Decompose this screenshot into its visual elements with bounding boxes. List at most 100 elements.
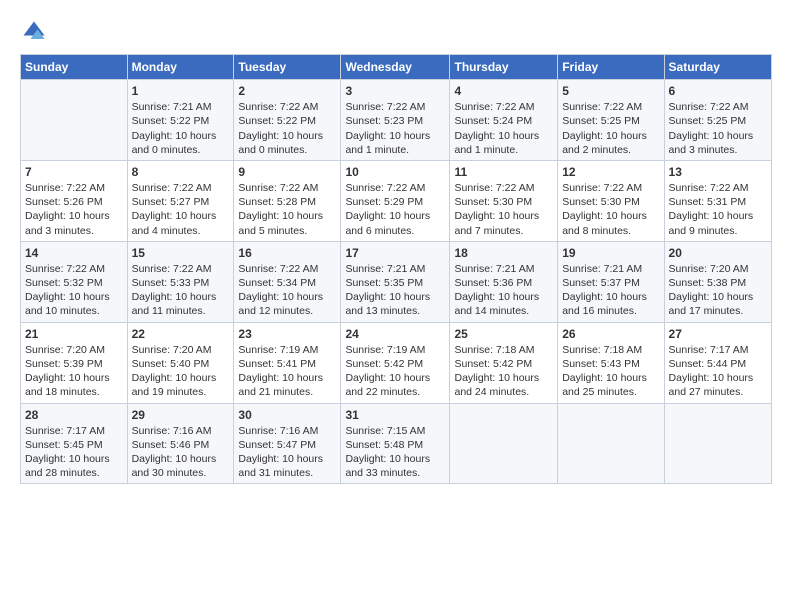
day-info: Sunrise: 7:19 AMSunset: 5:41 PMDaylight:… <box>238 343 336 400</box>
day-number: 17 <box>345 245 445 261</box>
day-info: Sunrise: 7:19 AMSunset: 5:42 PMDaylight:… <box>345 343 445 400</box>
day-info: Sunrise: 7:22 AMSunset: 5:30 PMDaylight:… <box>562 181 659 238</box>
calendar-cell: 25Sunrise: 7:18 AMSunset: 5:42 PMDayligh… <box>450 322 558 403</box>
day-number: 4 <box>454 83 553 99</box>
day-number: 26 <box>562 326 659 342</box>
day-info: Sunrise: 7:22 AMSunset: 5:29 PMDaylight:… <box>345 181 445 238</box>
day-info: Sunrise: 7:22 AMSunset: 5:23 PMDaylight:… <box>345 100 445 157</box>
week-row: 14Sunrise: 7:22 AMSunset: 5:32 PMDayligh… <box>21 241 772 322</box>
day-number: 21 <box>25 326 123 342</box>
calendar-cell: 27Sunrise: 7:17 AMSunset: 5:44 PMDayligh… <box>664 322 771 403</box>
day-info: Sunrise: 7:21 AMSunset: 5:37 PMDaylight:… <box>562 262 659 319</box>
calendar-cell: 26Sunrise: 7:18 AMSunset: 5:43 PMDayligh… <box>558 322 664 403</box>
day-number: 11 <box>454 164 553 180</box>
calendar-cell: 4Sunrise: 7:22 AMSunset: 5:24 PMDaylight… <box>450 80 558 161</box>
day-number: 12 <box>562 164 659 180</box>
day-number: 24 <box>345 326 445 342</box>
day-number: 5 <box>562 83 659 99</box>
logo <box>20 18 52 46</box>
day-info: Sunrise: 7:22 AMSunset: 5:26 PMDaylight:… <box>25 181 123 238</box>
calendar-cell: 14Sunrise: 7:22 AMSunset: 5:32 PMDayligh… <box>21 241 128 322</box>
day-number: 31 <box>345 407 445 423</box>
calendar-cell: 22Sunrise: 7:20 AMSunset: 5:40 PMDayligh… <box>127 322 234 403</box>
calendar-cell: 18Sunrise: 7:21 AMSunset: 5:36 PMDayligh… <box>450 241 558 322</box>
day-number: 7 <box>25 164 123 180</box>
week-row: 1Sunrise: 7:21 AMSunset: 5:22 PMDaylight… <box>21 80 772 161</box>
day-info: Sunrise: 7:21 AMSunset: 5:35 PMDaylight:… <box>345 262 445 319</box>
day-info: Sunrise: 7:20 AMSunset: 5:38 PMDaylight:… <box>669 262 767 319</box>
day-info: Sunrise: 7:22 AMSunset: 5:31 PMDaylight:… <box>669 181 767 238</box>
day-number: 1 <box>132 83 230 99</box>
logo-icon <box>20 18 48 46</box>
calendar-cell: 7Sunrise: 7:22 AMSunset: 5:26 PMDaylight… <box>21 160 128 241</box>
calendar-cell: 11Sunrise: 7:22 AMSunset: 5:30 PMDayligh… <box>450 160 558 241</box>
col-header-tuesday: Tuesday <box>234 55 341 80</box>
day-number: 20 <box>669 245 767 261</box>
calendar-cell: 24Sunrise: 7:19 AMSunset: 5:42 PMDayligh… <box>341 322 450 403</box>
day-number: 19 <box>562 245 659 261</box>
calendar-cell: 30Sunrise: 7:16 AMSunset: 5:47 PMDayligh… <box>234 403 341 484</box>
calendar-cell <box>664 403 771 484</box>
day-info: Sunrise: 7:18 AMSunset: 5:43 PMDaylight:… <box>562 343 659 400</box>
day-info: Sunrise: 7:22 AMSunset: 5:33 PMDaylight:… <box>132 262 230 319</box>
page-container: SundayMondayTuesdayWednesdayThursdayFrid… <box>0 0 792 494</box>
calendar-cell: 13Sunrise: 7:22 AMSunset: 5:31 PMDayligh… <box>664 160 771 241</box>
day-info: Sunrise: 7:22 AMSunset: 5:24 PMDaylight:… <box>454 100 553 157</box>
calendar-cell: 5Sunrise: 7:22 AMSunset: 5:25 PMDaylight… <box>558 80 664 161</box>
calendar-cell: 10Sunrise: 7:22 AMSunset: 5:29 PMDayligh… <box>341 160 450 241</box>
week-row: 28Sunrise: 7:17 AMSunset: 5:45 PMDayligh… <box>21 403 772 484</box>
day-info: Sunrise: 7:22 AMSunset: 5:28 PMDaylight:… <box>238 181 336 238</box>
day-info: Sunrise: 7:22 AMSunset: 5:30 PMDaylight:… <box>454 181 553 238</box>
day-number: 2 <box>238 83 336 99</box>
day-info: Sunrise: 7:15 AMSunset: 5:48 PMDaylight:… <box>345 424 445 481</box>
col-header-wednesday: Wednesday <box>341 55 450 80</box>
day-number: 30 <box>238 407 336 423</box>
calendar-cell: 2Sunrise: 7:22 AMSunset: 5:22 PMDaylight… <box>234 80 341 161</box>
calendar-cell <box>558 403 664 484</box>
calendar-cell: 23Sunrise: 7:19 AMSunset: 5:41 PMDayligh… <box>234 322 341 403</box>
calendar-cell: 1Sunrise: 7:21 AMSunset: 5:22 PMDaylight… <box>127 80 234 161</box>
day-info: Sunrise: 7:22 AMSunset: 5:25 PMDaylight:… <box>669 100 767 157</box>
calendar-cell: 20Sunrise: 7:20 AMSunset: 5:38 PMDayligh… <box>664 241 771 322</box>
day-number: 23 <box>238 326 336 342</box>
calendar-table: SundayMondayTuesdayWednesdayThursdayFrid… <box>20 54 772 484</box>
calendar-cell <box>450 403 558 484</box>
day-info: Sunrise: 7:21 AMSunset: 5:36 PMDaylight:… <box>454 262 553 319</box>
day-number: 18 <box>454 245 553 261</box>
day-info: Sunrise: 7:20 AMSunset: 5:40 PMDaylight:… <box>132 343 230 400</box>
day-number: 27 <box>669 326 767 342</box>
calendar-cell: 28Sunrise: 7:17 AMSunset: 5:45 PMDayligh… <box>21 403 128 484</box>
day-info: Sunrise: 7:16 AMSunset: 5:47 PMDaylight:… <box>238 424 336 481</box>
calendar-cell: 29Sunrise: 7:16 AMSunset: 5:46 PMDayligh… <box>127 403 234 484</box>
calendar-cell <box>21 80 128 161</box>
header <box>20 18 772 46</box>
calendar-cell: 6Sunrise: 7:22 AMSunset: 5:25 PMDaylight… <box>664 80 771 161</box>
calendar-cell: 31Sunrise: 7:15 AMSunset: 5:48 PMDayligh… <box>341 403 450 484</box>
day-number: 15 <box>132 245 230 261</box>
day-info: Sunrise: 7:20 AMSunset: 5:39 PMDaylight:… <box>25 343 123 400</box>
day-info: Sunrise: 7:22 AMSunset: 5:22 PMDaylight:… <box>238 100 336 157</box>
day-number: 13 <box>669 164 767 180</box>
day-number: 8 <box>132 164 230 180</box>
calendar-cell: 19Sunrise: 7:21 AMSunset: 5:37 PMDayligh… <box>558 241 664 322</box>
calendar-cell: 21Sunrise: 7:20 AMSunset: 5:39 PMDayligh… <box>21 322 128 403</box>
col-header-saturday: Saturday <box>664 55 771 80</box>
day-number: 16 <box>238 245 336 261</box>
col-header-monday: Monday <box>127 55 234 80</box>
day-number: 22 <box>132 326 230 342</box>
calendar-cell: 9Sunrise: 7:22 AMSunset: 5:28 PMDaylight… <box>234 160 341 241</box>
day-number: 10 <box>345 164 445 180</box>
day-number: 14 <box>25 245 123 261</box>
day-info: Sunrise: 7:22 AMSunset: 5:25 PMDaylight:… <box>562 100 659 157</box>
day-number: 6 <box>669 83 767 99</box>
week-row: 21Sunrise: 7:20 AMSunset: 5:39 PMDayligh… <box>21 322 772 403</box>
day-number: 3 <box>345 83 445 99</box>
day-info: Sunrise: 7:22 AMSunset: 5:32 PMDaylight:… <box>25 262 123 319</box>
calendar-cell: 3Sunrise: 7:22 AMSunset: 5:23 PMDaylight… <box>341 80 450 161</box>
week-row: 7Sunrise: 7:22 AMSunset: 5:26 PMDaylight… <box>21 160 772 241</box>
calendar-cell: 8Sunrise: 7:22 AMSunset: 5:27 PMDaylight… <box>127 160 234 241</box>
col-header-thursday: Thursday <box>450 55 558 80</box>
day-info: Sunrise: 7:17 AMSunset: 5:44 PMDaylight:… <box>669 343 767 400</box>
day-info: Sunrise: 7:21 AMSunset: 5:22 PMDaylight:… <box>132 100 230 157</box>
day-info: Sunrise: 7:17 AMSunset: 5:45 PMDaylight:… <box>25 424 123 481</box>
